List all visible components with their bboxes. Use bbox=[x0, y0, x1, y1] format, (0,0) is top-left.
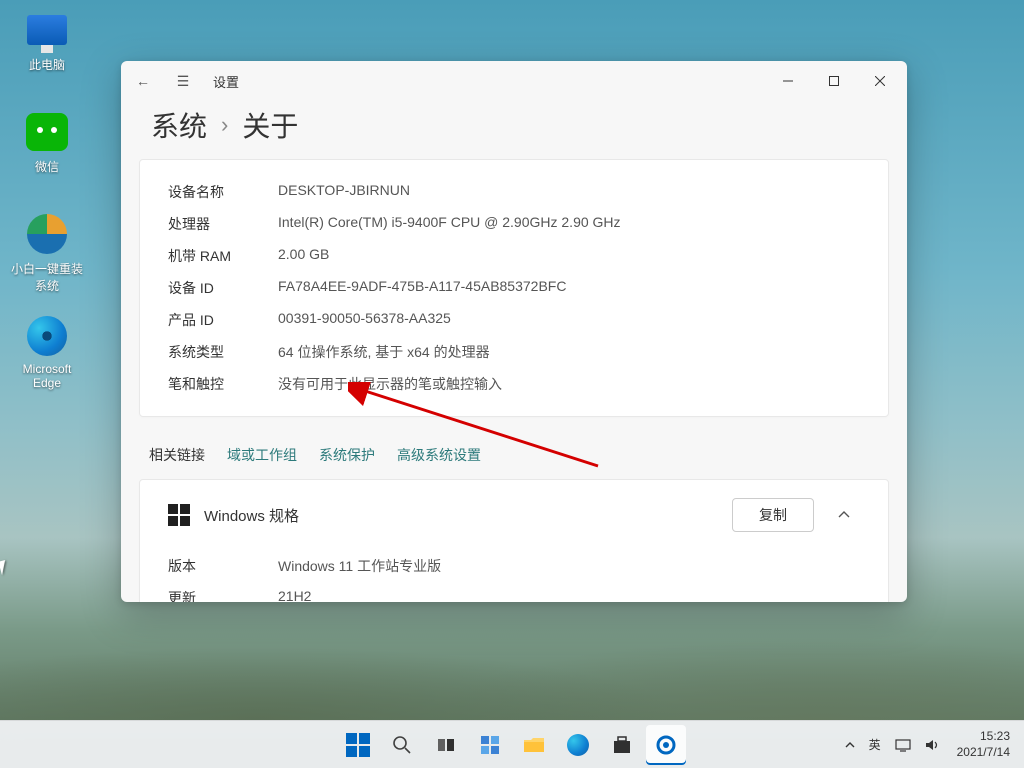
content-area: 设备名称DESKTOP-JBIRNUN 处理器Intel(R) Core(TM)… bbox=[121, 159, 907, 602]
widgets-button[interactable] bbox=[470, 725, 510, 765]
chevron-up-icon bbox=[838, 509, 850, 521]
app-title: 设置 bbox=[213, 72, 239, 91]
desktop-icon-xiaobai[interactable]: 小白一键重装系统 bbox=[9, 212, 85, 294]
store-button[interactable] bbox=[602, 725, 642, 765]
spec-value: FA78A4EE-9ADF-475B-A117-45AB85372BFC bbox=[278, 278, 860, 298]
desktop-icon-wechat[interactable]: 微信 bbox=[9, 110, 85, 175]
breadcrumb-current: 关于 bbox=[242, 105, 298, 145]
icon-label: Microsoft Edge bbox=[9, 362, 85, 390]
edge-icon bbox=[27, 316, 67, 356]
spec-value: 64 位操作系统, 基于 x64 的处理器 bbox=[278, 342, 860, 362]
breadcrumb-root[interactable]: 系统 bbox=[151, 105, 207, 145]
link-domain-workgroup[interactable]: 域或工作组 bbox=[227, 445, 297, 465]
store-icon bbox=[612, 735, 632, 755]
copy-button[interactable]: 复制 bbox=[732, 498, 814, 532]
spec-label: 机带 RAM bbox=[168, 246, 278, 266]
volume-tray[interactable] bbox=[921, 729, 945, 761]
search-button[interactable] bbox=[382, 725, 422, 765]
spec-value: Windows 11 工作站专业版 bbox=[278, 556, 860, 576]
desktop-icon-edge[interactable]: Microsoft Edge bbox=[9, 314, 85, 390]
spec-label: 设备名称 bbox=[168, 182, 278, 202]
clock[interactable]: 15:23 2021/7/14 bbox=[951, 729, 1016, 760]
icon-label: 此电脑 bbox=[9, 56, 85, 73]
desktop-icon-this-pc[interactable]: 此电脑 bbox=[9, 8, 85, 73]
speaker-icon bbox=[925, 738, 941, 752]
widgets-icon bbox=[480, 735, 500, 755]
breadcrumb: 系统 › 关于 bbox=[121, 101, 907, 159]
clock-date: 2021/7/14 bbox=[957, 745, 1010, 761]
tray-overflow[interactable] bbox=[841, 729, 859, 761]
spec-value: 没有可用于此显示器的笔或触控输入 bbox=[278, 374, 860, 394]
settings-button[interactable] bbox=[646, 725, 686, 765]
windows-logo-icon bbox=[168, 504, 190, 526]
taskbar: 英 15:23 2021/7/14 bbox=[0, 720, 1024, 768]
link-system-protection[interactable]: 系统保护 bbox=[319, 445, 375, 465]
spec-label: 系统类型 bbox=[168, 342, 278, 362]
chevron-up-icon bbox=[845, 740, 855, 750]
related-links-row: 相关链接 域或工作组 系统保护 高级系统设置 bbox=[139, 431, 889, 479]
spec-value: 21H2 bbox=[278, 588, 860, 602]
folder-icon bbox=[523, 735, 545, 755]
spec-value: 00391-90050-56378-AA325 bbox=[278, 310, 860, 330]
cursor-icon bbox=[0, 559, 14, 576]
network-icon bbox=[895, 738, 911, 752]
spec-label: 产品 ID bbox=[168, 310, 278, 330]
device-spec-card: 设备名称DESKTOP-JBIRNUN 处理器Intel(R) Core(TM)… bbox=[139, 159, 889, 417]
edge-icon bbox=[567, 734, 589, 756]
maximize-button[interactable] bbox=[811, 65, 857, 97]
menu-button[interactable]: ☰ bbox=[165, 63, 201, 99]
back-button[interactable]: ← bbox=[125, 63, 161, 99]
windows-spec-title: Windows 规格 bbox=[204, 505, 718, 526]
explorer-button[interactable] bbox=[514, 725, 554, 765]
collapse-toggle[interactable] bbox=[828, 499, 860, 531]
related-links-label: 相关链接 bbox=[149, 445, 205, 465]
search-icon bbox=[392, 735, 412, 755]
spec-value: Intel(R) Core(TM) i5-9400F CPU @ 2.90GHz… bbox=[278, 214, 860, 234]
spec-value: 2.00 GB bbox=[278, 246, 860, 266]
start-button[interactable] bbox=[338, 725, 378, 765]
spec-label: 处理器 bbox=[168, 214, 278, 234]
gear-icon bbox=[655, 734, 677, 756]
icon-label: 微信 bbox=[9, 158, 85, 175]
spec-label: 更新 bbox=[168, 588, 278, 602]
link-advanced-system[interactable]: 高级系统设置 bbox=[397, 445, 481, 465]
titlebar: ← ☰ 设置 bbox=[121, 61, 907, 101]
task-view-button[interactable] bbox=[426, 725, 466, 765]
spec-label: 笔和触控 bbox=[168, 374, 278, 394]
pc-icon bbox=[27, 15, 67, 45]
spec-value: DESKTOP-JBIRNUN bbox=[278, 182, 860, 202]
chevron-right-icon: › bbox=[221, 112, 228, 138]
network-tray[interactable] bbox=[891, 729, 915, 761]
spec-label: 版本 bbox=[168, 556, 278, 576]
minimize-button[interactable] bbox=[765, 65, 811, 97]
task-view-icon bbox=[436, 735, 456, 755]
spec-label: 设备 ID bbox=[168, 278, 278, 298]
ime-indicator[interactable]: 英 bbox=[865, 729, 885, 761]
reinstall-icon bbox=[27, 214, 67, 254]
desktop: 此电脑 微信 小白一键重装系统 Microsoft Edge ← ☰ 设置 系统… bbox=[0, 0, 1024, 768]
clock-time: 15:23 bbox=[957, 729, 1010, 745]
windows-spec-card: Windows 规格 复制 版本Windows 11 工作站专业版 更新21H2… bbox=[139, 479, 889, 602]
icon-label: 小白一键重装系统 bbox=[9, 260, 85, 294]
close-button[interactable] bbox=[857, 65, 903, 97]
settings-window: ← ☰ 设置 系统 › 关于 设备名称DESKTOP-JBIRNUN 处理器In… bbox=[121, 61, 907, 602]
edge-button[interactable] bbox=[558, 725, 598, 765]
wechat-icon bbox=[26, 113, 68, 151]
windows-start-icon bbox=[346, 733, 370, 757]
